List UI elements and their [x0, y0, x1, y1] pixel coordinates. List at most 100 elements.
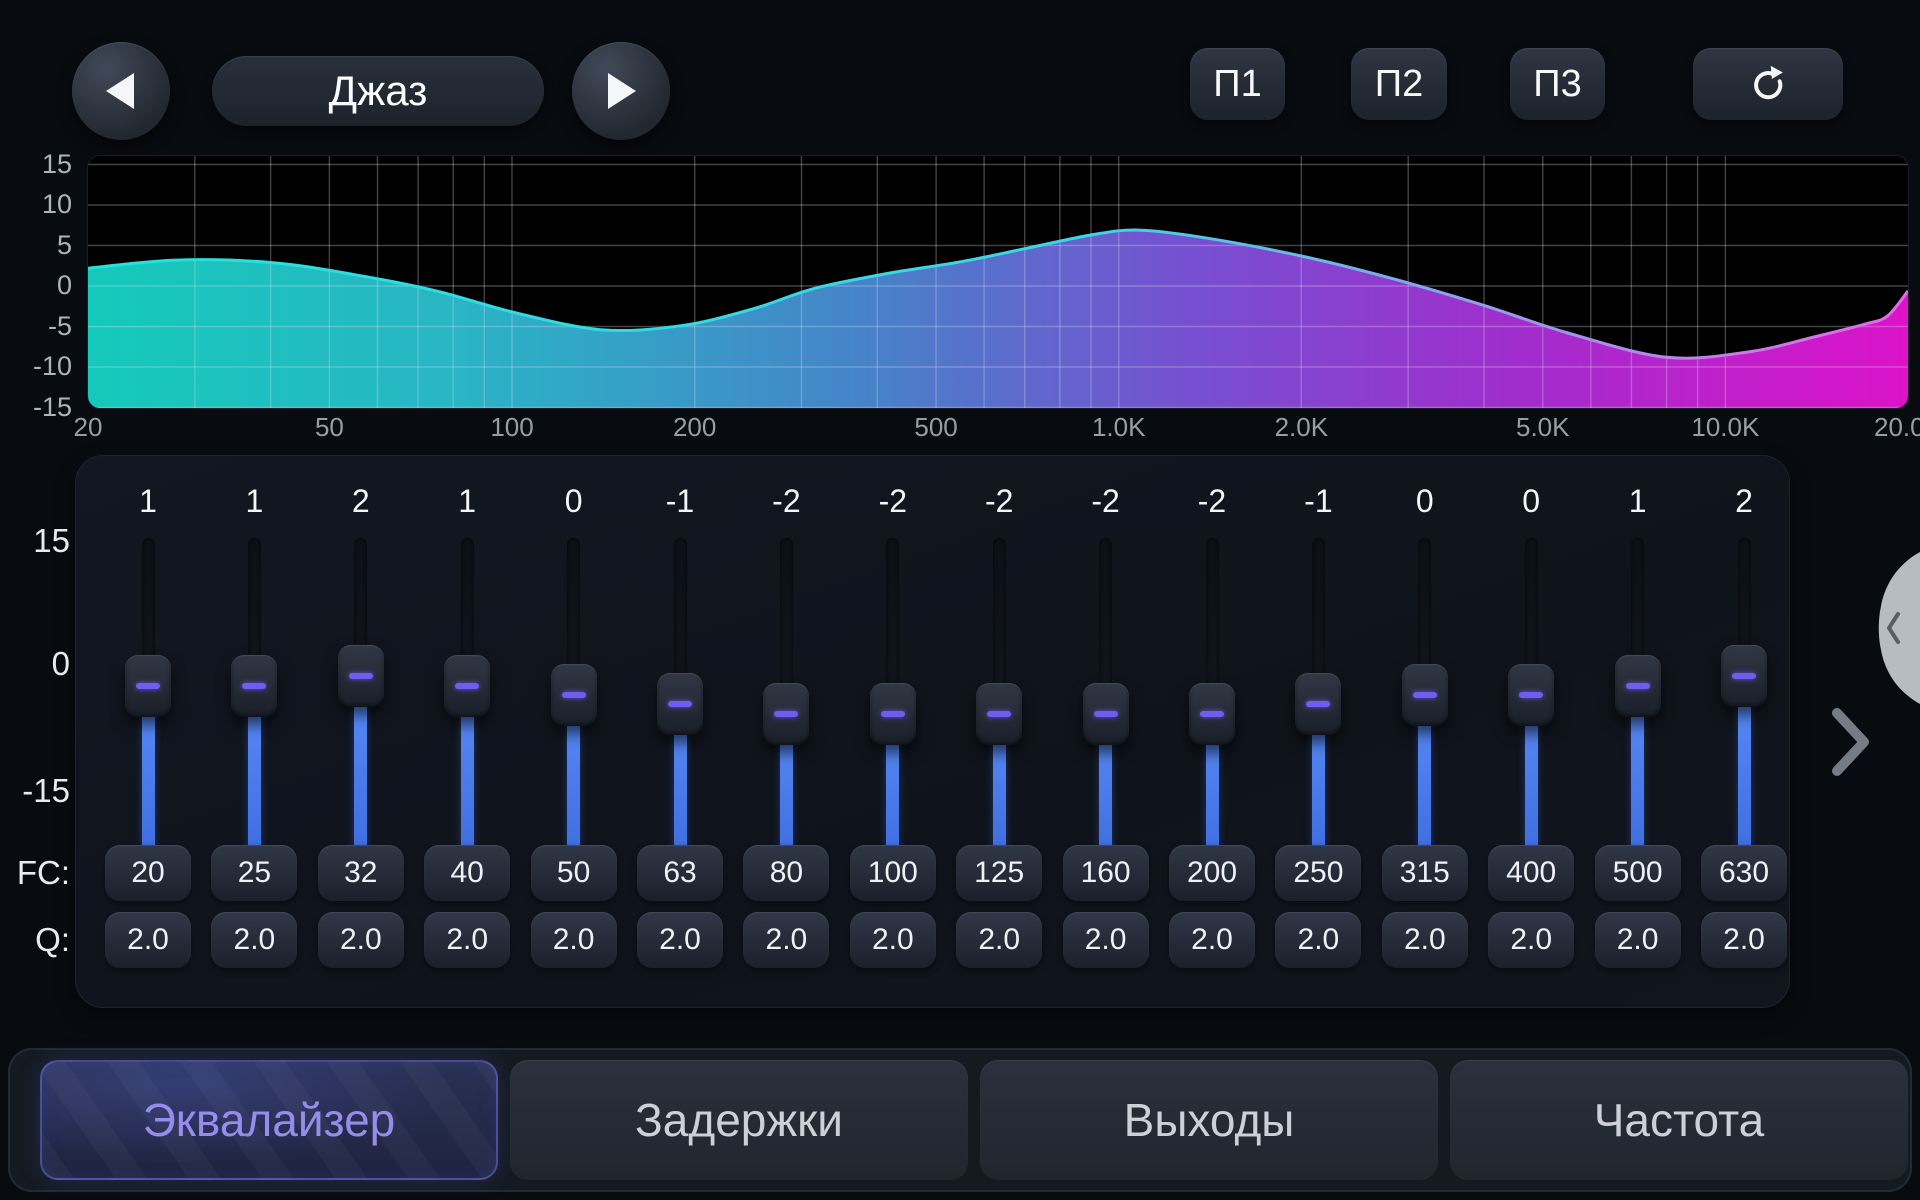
band-q-button[interactable]: 2.0: [743, 912, 829, 968]
memory-preset-2-button[interactable]: П2: [1351, 48, 1447, 120]
thumb-dash-icon: [242, 683, 266, 689]
thumb-dash-icon: [349, 673, 373, 679]
slider-thumb[interactable]: [1083, 683, 1129, 745]
band-slider[interactable]: [1691, 538, 1797, 852]
slider-thumb[interactable]: [1402, 664, 1448, 726]
band-q-button[interactable]: 2.0: [1488, 912, 1574, 968]
band-q-button[interactable]: 2.0: [1382, 912, 1468, 968]
x-axis-tick-label: 5.0K: [1498, 412, 1588, 443]
x-axis-tick-label: 2.0K: [1256, 412, 1346, 443]
eq-band: 0 50 2.0: [521, 455, 627, 1008]
tab-delays[interactable]: Задержки: [510, 1060, 968, 1180]
band-fc-button[interactable]: 250: [1275, 845, 1361, 901]
slider-thumb[interactable]: [1615, 655, 1661, 717]
band-q-button[interactable]: 2.0: [956, 912, 1042, 968]
eq-band: 0 400 2.0: [1478, 455, 1584, 1008]
band-q-button[interactable]: 2.0: [1595, 912, 1681, 968]
band-q-button[interactable]: 2.0: [1169, 912, 1255, 968]
band-gain-value: -2: [946, 483, 1052, 520]
band-gain-value: 2: [1691, 483, 1797, 520]
thumb-dash-icon: [987, 711, 1011, 717]
band-slider[interactable]: [1159, 538, 1265, 852]
band-fc-button[interactable]: 200: [1169, 845, 1255, 901]
side-drawer-handle[interactable]: [1858, 552, 1920, 704]
band-fc-button[interactable]: 160: [1063, 845, 1149, 901]
slider-thumb[interactable]: [870, 683, 916, 745]
band-fc-button[interactable]: 80: [743, 845, 829, 901]
thumb-dash-icon: [774, 711, 798, 717]
band-q-button[interactable]: 2.0: [1063, 912, 1149, 968]
band-slider[interactable]: [840, 538, 946, 852]
band-q-button[interactable]: 2.0: [531, 912, 617, 968]
thumb-dash-icon: [1413, 692, 1437, 698]
slider-thumb[interactable]: [1189, 683, 1235, 745]
band-fc-button[interactable]: 315: [1382, 845, 1468, 901]
refresh-icon: [1746, 62, 1790, 106]
band-fc-button[interactable]: 32: [318, 845, 404, 901]
band-fc-button[interactable]: 500: [1595, 845, 1681, 901]
band-q-button[interactable]: 2.0: [424, 912, 510, 968]
thumb-dash-icon: [1732, 673, 1756, 679]
memory-preset-3-button[interactable]: П3: [1510, 48, 1605, 120]
band-slider[interactable]: [733, 538, 839, 852]
preset-name-display[interactable]: Джаз: [212, 56, 544, 126]
band-q-button[interactable]: 2.0: [211, 912, 297, 968]
band-fc-button[interactable]: 50: [531, 845, 617, 901]
band-q-button[interactable]: 2.0: [1275, 912, 1361, 968]
slider-thumb[interactable]: [551, 664, 597, 726]
band-slider[interactable]: [1265, 538, 1371, 852]
band-slider[interactable]: [627, 538, 733, 852]
band-fc-button[interactable]: 25: [211, 845, 297, 901]
band-fc-button[interactable]: 63: [637, 845, 723, 901]
band-slider[interactable]: [521, 538, 627, 852]
band-q-button[interactable]: 2.0: [105, 912, 191, 968]
band-q-button[interactable]: 2.0: [637, 912, 723, 968]
band-slider[interactable]: [95, 538, 201, 852]
band-gain-value: -1: [1265, 483, 1371, 520]
band-slider[interactable]: [1585, 538, 1691, 852]
eq-band: 2 32 2.0: [308, 455, 414, 1008]
preset-name-label: Джаз: [329, 67, 428, 115]
tab-equalizer[interactable]: Эквалайзер: [40, 1060, 498, 1180]
slider-thumb[interactable]: [976, 683, 1022, 745]
slider-thumb[interactable]: [125, 655, 171, 717]
band-fc-button[interactable]: 630: [1701, 845, 1787, 901]
band-q-button[interactable]: 2.0: [850, 912, 936, 968]
band-slider[interactable]: [1478, 538, 1584, 852]
band-gain-value: 1: [1585, 483, 1691, 520]
eq-band: 2 630 2.0: [1691, 455, 1797, 1008]
y-axis-tick-label: -5: [0, 311, 72, 342]
band-slider[interactable]: [201, 538, 307, 852]
band-slider[interactable]: [414, 538, 520, 852]
slider-thumb[interactable]: [657, 673, 703, 735]
band-slider[interactable]: [1372, 538, 1478, 852]
slider-thumb[interactable]: [763, 683, 809, 745]
slider-thumb[interactable]: [231, 655, 277, 717]
right-triangle-icon: [604, 71, 638, 111]
slider-thumb[interactable]: [1508, 664, 1554, 726]
band-q-button[interactable]: 2.0: [1701, 912, 1787, 968]
band-fc-button[interactable]: 40: [424, 845, 510, 901]
band-slider[interactable]: [946, 538, 1052, 852]
next-bands-page-button[interactable]: [1830, 706, 1874, 778]
tab-crossover[interactable]: Частота: [1450, 1060, 1908, 1180]
tab-outputs[interactable]: Выходы: [980, 1060, 1438, 1180]
preset-prev-button[interactable]: [72, 42, 170, 140]
reset-eq-button[interactable]: [1693, 48, 1843, 120]
band-fc-button[interactable]: 20: [105, 845, 191, 901]
slider-thumb[interactable]: [444, 655, 490, 717]
band-fc-button[interactable]: 125: [956, 845, 1042, 901]
band-gain-value: -1: [627, 483, 733, 520]
slider-thumb[interactable]: [338, 645, 384, 707]
slider-thumb[interactable]: [1295, 673, 1341, 735]
band-fc-button[interactable]: 100: [850, 845, 936, 901]
band-fc-button[interactable]: 400: [1488, 845, 1574, 901]
band-slider[interactable]: [308, 538, 414, 852]
band-q-button[interactable]: 2.0: [318, 912, 404, 968]
band-slider[interactable]: [1053, 538, 1159, 852]
slider-scale-max-label: 15: [6, 522, 70, 560]
memory-preset-1-button[interactable]: П1: [1190, 48, 1285, 120]
thumb-dash-icon: [1306, 701, 1330, 707]
slider-thumb[interactable]: [1721, 645, 1767, 707]
preset-next-button[interactable]: [572, 42, 670, 140]
